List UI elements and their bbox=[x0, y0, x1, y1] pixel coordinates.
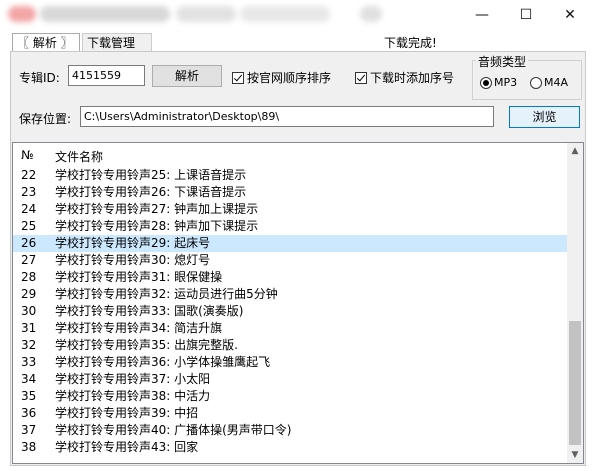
radio-m4a[interactable]: M4A bbox=[530, 76, 568, 89]
list-item[interactable]: 25 学校打铃专用铃声28: 钟声加下课提示 bbox=[13, 218, 567, 235]
column-header-filename[interactable]: 文件名称 bbox=[55, 148, 103, 165]
checkbox-checked-icon bbox=[232, 71, 244, 84]
item-number: 35 bbox=[21, 389, 37, 403]
tab-parse[interactable]: 〖 解析 〗 bbox=[12, 33, 80, 52]
window-title-blurred-3 bbox=[240, 6, 330, 22]
maximize-button[interactable]: ☐ bbox=[504, 0, 548, 30]
close-icon: ✕ bbox=[564, 7, 576, 23]
item-number: 36 bbox=[21, 406, 37, 420]
album-id-input[interactable]: 4151559 bbox=[68, 65, 145, 86]
item-filename: 学校打铃专用铃声31: 眼保健操 bbox=[55, 270, 223, 284]
item-filename: 学校打铃专用铃声40: 广播体操(男声带口令) bbox=[55, 423, 292, 437]
item-number: 26 bbox=[21, 236, 37, 250]
item-filename: 学校打铃专用铃声37: 小太阳 bbox=[55, 372, 211, 386]
scrollbar-thumb[interactable] bbox=[569, 321, 581, 445]
list-rows: 22 学校打铃专用铃声25: 上课语音提示 23 学校打铃专用铃声26: 下课语音提示… bbox=[13, 167, 567, 456]
list-item[interactable]: 27 学校打铃专用铃声30: 熄灯号 bbox=[13, 252, 567, 269]
title-bar: — ☐ ✕ bbox=[0, 0, 592, 32]
minimize-icon: — bbox=[475, 7, 489, 23]
radio-unselected-icon bbox=[530, 76, 542, 89]
official-order-checkbox[interactable]: 按官网顺序排序 bbox=[232, 69, 331, 86]
item-number: 31 bbox=[21, 321, 37, 335]
radio-mp3-label: MP3 bbox=[494, 76, 518, 89]
add-index-label: 下载时添加序号 bbox=[370, 71, 455, 85]
list-item[interactable]: 31 学校打铃专用铃声34: 简洁升旗 bbox=[13, 320, 567, 337]
list-item[interactable]: 32 学校打铃专用铃声35: 出旗完整版. bbox=[13, 337, 567, 354]
item-filename: 学校打铃专用铃声26: 下课语音提示 bbox=[55, 185, 247, 199]
window-title-blurred-4 bbox=[360, 6, 382, 22]
list-item[interactable]: 37 学校打铃专用铃声40: 广播体操(男声带口令) bbox=[13, 422, 567, 439]
radio-mp3[interactable]: MP3 bbox=[480, 76, 517, 89]
list-item[interactable]: 34 学校打铃专用铃声37: 小太阳 bbox=[13, 371, 567, 388]
checkbox-checked-icon bbox=[355, 71, 367, 84]
item-number: 22 bbox=[21, 168, 37, 182]
item-number: 37 bbox=[21, 423, 37, 437]
app-icon bbox=[8, 6, 36, 22]
list-item[interactable]: 30 学校打铃专用铃声33: 国歌(演奏版) bbox=[13, 303, 567, 320]
item-number: 34 bbox=[21, 372, 37, 386]
window-title-blurred bbox=[40, 6, 170, 22]
list-item[interactable]: 29 学校打铃专用铃声32: 运动员进行曲5分钟 bbox=[13, 286, 567, 303]
item-number: 25 bbox=[21, 219, 37, 233]
status-text: 下载完成! bbox=[384, 36, 437, 50]
album-id-label: 专辑ID: bbox=[19, 71, 60, 85]
parse-button[interactable]: 解析 bbox=[152, 65, 222, 87]
item-filename: 学校打铃专用铃声25: 上课语音提示 bbox=[55, 168, 247, 182]
item-filename: 学校打铃专用铃声35: 出旗完整版. bbox=[55, 338, 238, 352]
maximize-icon: ☐ bbox=[519, 7, 533, 23]
item-filename: 学校打铃专用铃声43: 回家 bbox=[55, 440, 199, 454]
radio-selected-icon bbox=[480, 76, 492, 89]
window-title-blurred-2 bbox=[176, 6, 236, 22]
scroll-down-icon[interactable]: ▼ bbox=[567, 447, 583, 463]
item-filename: 学校打铃专用铃声34: 简洁升旗 bbox=[55, 321, 223, 335]
item-number: 29 bbox=[21, 287, 37, 301]
item-filename: 学校打铃专用铃声30: 熄灯号 bbox=[55, 253, 211, 267]
item-number: 32 bbox=[21, 338, 37, 352]
close-button[interactable]: ✕ bbox=[548, 0, 592, 30]
item-filename: 学校打铃专用铃声33: 国歌(演奏版) bbox=[55, 304, 244, 318]
file-list[interactable]: № 文件名称 22 学校打铃专用铃声25: 上课语音提示 23 学校打铃专用铃声26:… bbox=[12, 142, 584, 464]
item-number: 33 bbox=[21, 355, 37, 369]
save-location-label: 保存位置: bbox=[19, 112, 72, 126]
list-item[interactable]: 35 学校打铃专用铃声38: 中活力 bbox=[13, 388, 567, 405]
list-item[interactable]: 26 学校打铃专用铃声29: 起床号 bbox=[13, 235, 567, 252]
list-item[interactable]: 36 学校打铃专用铃声39: 中招 bbox=[13, 405, 567, 422]
item-number: 30 bbox=[21, 304, 37, 318]
list-item[interactable]: 38 学校打铃专用铃声43: 回家 bbox=[13, 439, 567, 456]
list-header: № 文件名称 bbox=[13, 143, 567, 167]
item-number: 23 bbox=[21, 185, 37, 199]
item-filename: 学校打铃专用铃声39: 中招 bbox=[55, 406, 199, 420]
item-number: 27 bbox=[21, 253, 37, 267]
list-item[interactable]: 33 学校打铃专用铃声36: 小学体操雏鹰起飞 bbox=[13, 354, 567, 371]
audio-type-title: 音频类型 bbox=[476, 53, 529, 70]
item-filename: 学校打铃专用铃声36: 小学体操雏鹰起飞 bbox=[55, 355, 271, 369]
item-filename: 学校打铃专用铃声29: 起床号 bbox=[55, 236, 211, 250]
list-item[interactable]: 22 学校打铃专用铃声25: 上课语音提示 bbox=[13, 167, 567, 184]
item-number: 38 bbox=[21, 440, 37, 454]
minimize-button[interactable]: — bbox=[460, 0, 504, 30]
item-filename: 学校打铃专用铃声27: 钟声加上课提示 bbox=[55, 202, 259, 216]
browse-button[interactable]: 浏览 bbox=[509, 106, 580, 128]
item-filename: 学校打铃专用铃声32: 运动员进行曲5分钟 bbox=[55, 287, 278, 301]
vertical-scrollbar[interactable]: ▲ ▼ bbox=[567, 143, 583, 463]
list-item[interactable]: 23 学校打铃专用铃声26: 下课语音提示 bbox=[13, 184, 567, 201]
radio-m4a-label: M4A bbox=[544, 76, 569, 89]
scroll-up-icon[interactable]: ▲ bbox=[567, 143, 583, 159]
item-number: 24 bbox=[21, 202, 37, 216]
tab-download-manager[interactable]: 下载管理 bbox=[82, 33, 152, 51]
official-order-label: 按官网顺序排序 bbox=[247, 71, 332, 85]
save-path-input[interactable]: C:\Users\Administrator\Desktop\89\ bbox=[80, 106, 494, 127]
add-index-checkbox[interactable]: 下载时添加序号 bbox=[355, 69, 454, 86]
item-number: 28 bbox=[21, 270, 37, 284]
list-item[interactable]: 28 学校打铃专用铃声31: 眼保健操 bbox=[13, 269, 567, 286]
item-filename: 学校打铃专用铃声28: 钟声加下课提示 bbox=[55, 219, 259, 233]
item-filename: 学校打铃专用铃声38: 中活力 bbox=[55, 389, 211, 403]
column-header-number[interactable]: № bbox=[21, 148, 33, 162]
list-item[interactable]: 24 学校打铃专用铃声27: 钟声加上课提示 bbox=[13, 201, 567, 218]
